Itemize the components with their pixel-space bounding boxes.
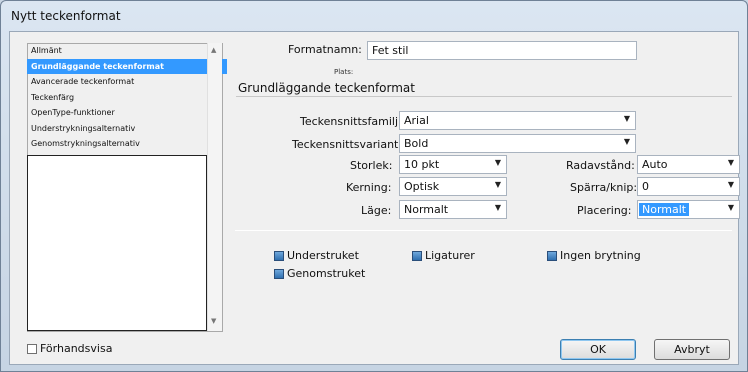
leading-label: Radavstånd:: [566, 159, 635, 172]
category-scrollbar[interactable]: ▲ ▼: [207, 43, 222, 331]
position-value: Normalt: [639, 203, 690, 216]
leading-value: Auto: [642, 158, 668, 171]
preview-label: Förhandsvisa: [40, 342, 113, 355]
checkbox-checked-icon: [412, 250, 422, 261]
font-style-value: Bold: [404, 137, 429, 150]
underline-label: Understruket: [287, 249, 359, 262]
kerning-value: Optisk: [404, 180, 440, 193]
tracking-dropdown[interactable]: 0 ▼: [637, 177, 740, 196]
font-style-dropdown[interactable]: Bold ▼: [399, 134, 636, 153]
category-list-empty-area: [27, 155, 207, 331]
ligatures-label: Ligaturer: [425, 249, 475, 262]
case-label: Läge:: [361, 204, 392, 217]
chevron-down-icon: ▼: [623, 114, 630, 123]
cancel-button[interactable]: Avbryt: [654, 339, 730, 360]
size-value: 10 pkt: [404, 158, 440, 171]
chevron-down-icon: ▼: [727, 180, 734, 189]
ok-button[interactable]: OK: [560, 339, 636, 360]
format-name-label: Formatnamn:: [288, 43, 362, 56]
chevron-down-icon: ▼: [623, 137, 630, 146]
category-item-general[interactable]: Allmänt: [27, 43, 227, 59]
size-dropdown[interactable]: 10 pkt ▼: [399, 155, 507, 174]
preview-checkbox[interactable]: Förhandsvisa: [27, 342, 112, 355]
no-break-checkbox[interactable]: Ingen brytning: [547, 249, 641, 262]
chevron-down-icon: ▼: [494, 158, 501, 167]
kerning-dropdown[interactable]: Optisk ▼: [399, 177, 507, 196]
underline-checkbox[interactable]: Understruket: [274, 249, 359, 262]
scroll-down-icon[interactable]: ▼: [211, 317, 216, 325]
checkbox-checked-icon: [547, 250, 557, 261]
category-item-underline-options[interactable]: Understrykningsalternativ: [27, 121, 227, 137]
position-label: Placering:: [577, 204, 632, 217]
section-title: Grundläggande teckenformat: [238, 81, 415, 95]
category-item-opentype-features[interactable]: OpenType-funktioner: [27, 105, 227, 121]
category-item-advanced-character-formats[interactable]: Avancerade teckenformat: [27, 74, 227, 90]
case-value: Normalt: [404, 203, 449, 216]
strikethrough-checkbox[interactable]: Genomstruket: [274, 267, 365, 280]
position-dropdown[interactable]: Normalt ▼: [637, 200, 740, 219]
category-item-basic-character-formats[interactable]: Grundläggande teckenformat: [27, 58, 227, 74]
leading-dropdown[interactable]: Auto ▼: [637, 155, 740, 174]
section-divider: [236, 96, 732, 97]
options-divider: [235, 230, 732, 231]
location-label: Plats:: [334, 68, 354, 76]
category-list-items: Allmänt Grundläggande teckenformat Avanc…: [27, 43, 227, 171]
chevron-down-icon: ▼: [494, 203, 501, 212]
tracking-label: Spärra/knip:: [570, 181, 638, 194]
dialog-window: Nytt teckenformat Allmänt Grundläggande …: [0, 0, 748, 372]
case-dropdown[interactable]: Normalt ▼: [399, 200, 507, 219]
font-family-label: Teckensnittsfamilj:: [300, 115, 402, 128]
category-item-character-color[interactable]: Teckenfärg: [27, 90, 227, 106]
format-name-input[interactable]: Fet stil: [367, 41, 637, 60]
checkbox-checked-icon: [274, 268, 284, 279]
window-title: Nytt teckenformat: [11, 9, 121, 23]
font-family-value: Arial: [404, 114, 429, 127]
ligatures-checkbox[interactable]: Ligaturer: [412, 249, 475, 262]
size-label: Storlek:: [350, 159, 393, 172]
font-family-dropdown[interactable]: Arial ▼: [399, 111, 636, 130]
chevron-down-icon: ▼: [494, 180, 501, 189]
scroll-up-icon[interactable]: ▲: [211, 46, 216, 54]
tracking-value: 0: [642, 180, 649, 193]
kerning-label: Kerning:: [346, 181, 392, 194]
category-item-strikethrough-options[interactable]: Genomstrykningsalternativ: [27, 136, 227, 152]
no-break-label: Ingen brytning: [560, 249, 641, 262]
font-style-label: Teckensnittsvariant:: [292, 138, 403, 151]
chevron-down-icon: ▼: [727, 203, 734, 212]
checkbox-checked-icon: [274, 250, 284, 261]
chevron-down-icon: ▼: [727, 158, 734, 167]
checkbox-unchecked-icon: [27, 343, 37, 354]
strikethrough-label: Genomstruket: [287, 267, 366, 280]
dialog-client: Allmänt Grundläggande teckenformat Avanc…: [9, 31, 740, 365]
